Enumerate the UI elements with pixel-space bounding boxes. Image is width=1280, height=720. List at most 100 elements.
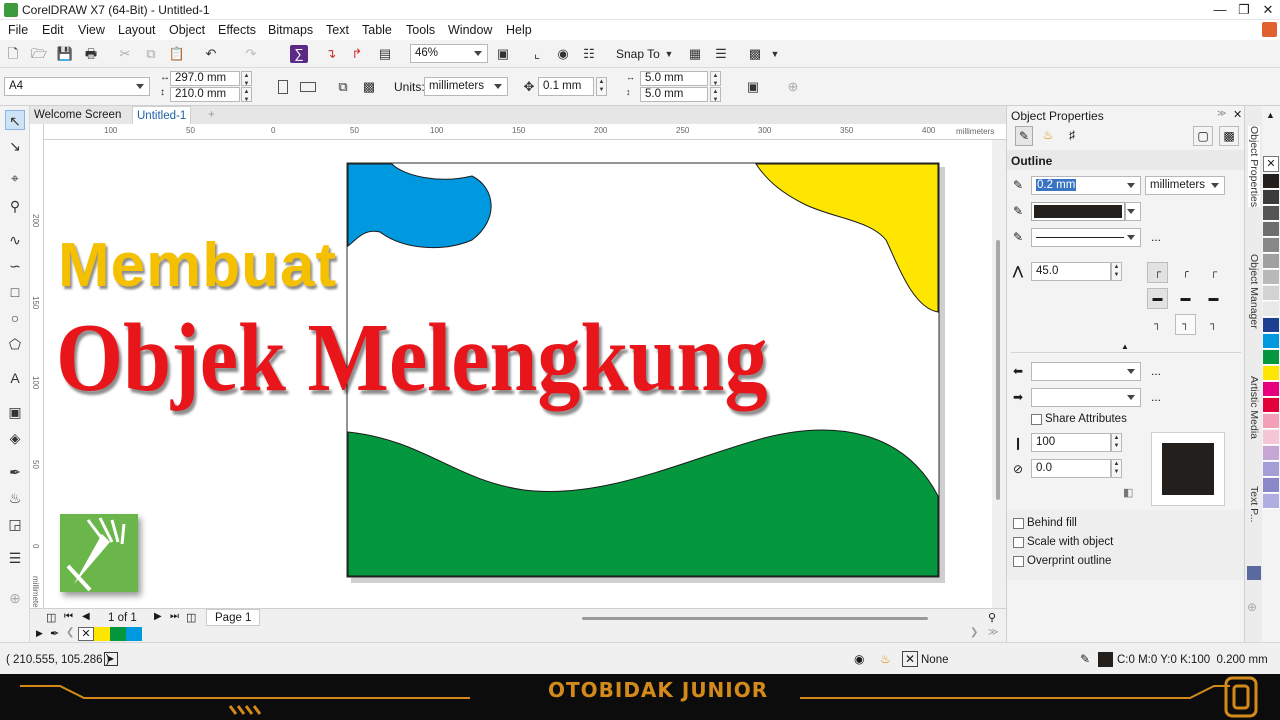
smart-fill-tool-icon[interactable]: ◲ — [5, 514, 25, 534]
transparency-glass-icon[interactable]: ♯ — [1063, 126, 1081, 146]
docker-expand-icon[interactable]: ≫ — [1217, 108, 1226, 119]
horizontal-scrollbar[interactable] — [582, 617, 928, 620]
add-page-icon[interactable]: ◫ — [46, 611, 56, 624]
launcher-dropdown-icon[interactable]: ▼ — [766, 45, 784, 63]
dup-y-spinner[interactable]: ▲ ▼ — [710, 87, 721, 103]
line-style-dropdown[interactable] — [1031, 228, 1141, 247]
text-tool-icon[interactable]: A — [5, 368, 25, 388]
rulers-icon[interactable]: ⌞ — [528, 45, 546, 63]
behind-fill-checkbox[interactable] — [1013, 518, 1024, 529]
outline-width-field[interactable]: 0.2 mm — [1031, 176, 1141, 195]
butt-cap-icon[interactable]: ▬ — [1147, 288, 1168, 309]
portrait-icon[interactable] — [278, 80, 288, 94]
inside-outline-icon[interactable]: ┐ — [1203, 314, 1224, 335]
print-icon[interactable]: 🖶 — [82, 45, 100, 63]
doc-swatch-blue[interactable] — [126, 627, 142, 641]
save-icon[interactable]: 💾 — [56, 45, 74, 63]
zoom-tool-icon[interactable]: ⚲ — [5, 196, 25, 216]
menu-table[interactable]: Table — [362, 23, 392, 37]
add-page-after-icon[interactable]: ◫ — [186, 611, 196, 624]
cut-icon[interactable]: ✂ — [116, 45, 134, 63]
fill-bucket-icon[interactable]: ♨ — [1039, 126, 1057, 146]
stretch-field[interactable]: 100 — [1031, 433, 1111, 452]
palette-swatch[interactable] — [1263, 350, 1279, 365]
units-dropdown[interactable]: millimeters — [424, 77, 508, 96]
menu-text[interactable]: Text — [326, 23, 349, 37]
vertical-scroll-thumb[interactable] — [996, 240, 1000, 500]
open-icon[interactable]: 🗁 — [30, 45, 48, 63]
import-icon[interactable]: ↴ — [322, 45, 340, 63]
collapse-arrow-icon[interactable]: ▲ — [1121, 342, 1129, 351]
menu-effects[interactable]: Effects — [218, 23, 256, 37]
tab-welcome-screen[interactable]: Welcome Screen — [30, 106, 125, 124]
artistic-media-tool-icon[interactable]: ∽ — [5, 256, 25, 276]
outline-status-icon[interactable]: ✎ — [1080, 652, 1090, 666]
docker-tab-artistic-media[interactable]: Artistic Media — [1248, 376, 1260, 439]
reset-nib-icon[interactable]: ◧ — [1123, 486, 1133, 499]
crop-tool-icon[interactable]: ⌖ — [5, 168, 25, 188]
dup-x-spinner[interactable]: ▲ ▼ — [710, 71, 721, 87]
snap-dropdown-icon[interactable]: ▼ — [660, 45, 678, 63]
drawing-canvas[interactable]: Membuat Objek Melengkung — [44, 140, 992, 608]
palette-expand-icon[interactable]: ≫ — [988, 627, 998, 638]
horizontal-ruler[interactable]: 100 50 0 50 100 150 200 250 300 350 400 … — [44, 124, 1006, 140]
bevel-corner-icon[interactable]: ┌ — [1203, 262, 1224, 283]
next-page-icon[interactable]: ▶ — [154, 611, 162, 622]
palette-swatch[interactable] — [1263, 366, 1279, 381]
customize-toolbox-icon[interactable]: ⊕ — [5, 588, 25, 608]
round-corner-icon[interactable]: ╭ — [1175, 262, 1196, 283]
shape-tool-icon[interactable]: ↘ — [5, 136, 25, 156]
page-size-dropdown[interactable]: A4 — [4, 77, 150, 96]
docker-close-icon[interactable]: ✕ — [1233, 108, 1242, 121]
palette-swatch[interactable] — [1263, 302, 1279, 317]
align-guides-icon[interactable]: ☰ — [712, 45, 730, 63]
angle-field[interactable]: 0.0 — [1031, 459, 1111, 478]
publish-pdf-icon[interactable]: ▤ — [376, 45, 394, 63]
menu-view[interactable]: View — [78, 23, 105, 37]
palette-swatch[interactable] — [1263, 478, 1279, 493]
duplicate-y-field[interactable]: 5.0 mm — [640, 87, 708, 102]
scale-with-object-checkbox[interactable] — [1013, 537, 1024, 548]
page-width-spinner[interactable]: ▲ ▼ — [241, 71, 252, 87]
palette-swatch[interactable] — [1263, 254, 1279, 269]
vertical-ruler[interactable]: 200 150 100 50 0 millimeters — [30, 124, 44, 614]
undo-icon[interactable]: ↶ — [202, 45, 220, 63]
palette-scroll-right-icon[interactable]: ❯ — [970, 627, 978, 638]
export-icon[interactable]: ↱ — [348, 45, 366, 63]
eyedropper-tool-icon[interactable]: ✒ — [5, 462, 25, 482]
palette-swatch[interactable] — [1263, 318, 1279, 333]
restore-button[interactable]: ❐ — [1232, 0, 1256, 20]
prev-page-icon[interactable]: ◀ — [82, 611, 90, 622]
page-height-field[interactable]: 210.0 mm — [170, 87, 240, 102]
outline-color-picker[interactable] — [1031, 202, 1125, 221]
zoom-full-icon[interactable]: ▣ — [494, 45, 512, 63]
minimize-button[interactable]: — — [1208, 0, 1232, 20]
palette-swatch[interactable] — [1263, 398, 1279, 413]
doc-swatch-yellow[interactable] — [94, 627, 110, 641]
redo-icon[interactable]: ↷ — [242, 45, 260, 63]
add-docker-icon[interactable]: ⊕ — [1247, 600, 1257, 614]
current-page-icon[interactable]: ▩ — [360, 78, 378, 96]
new-tab-icon[interactable]: + — [204, 106, 219, 124]
menu-edit[interactable]: Edit — [42, 23, 64, 37]
pick-tool-icon[interactable]: ↖ — [5, 110, 25, 130]
menu-help[interactable]: Help — [506, 23, 532, 37]
copy-icon[interactable]: ⧉ — [142, 45, 160, 63]
palette-up-icon[interactable]: ▲ — [1266, 110, 1275, 120]
nib-preview[interactable] — [1151, 432, 1225, 506]
palette-swatch[interactable] — [1263, 414, 1279, 429]
overprint-outline-checkbox[interactable] — [1013, 556, 1024, 567]
close-button[interactable]: ✕ — [1256, 0, 1280, 20]
palette-eyedropper-icon[interactable]: ✒ — [50, 627, 59, 640]
application-launcher-icon[interactable]: ▩ — [746, 45, 764, 63]
docker-tab-object-manager[interactable]: Object Manager — [1248, 254, 1260, 329]
miter-corner-icon[interactable]: ┌ — [1147, 262, 1168, 283]
tab-untitled-1[interactable]: Untitled-1 — [132, 106, 192, 124]
no-color-swatch[interactable]: ✕ — [78, 627, 94, 641]
duplicate-x-field[interactable]: 5.0 mm — [640, 71, 708, 86]
centered-outline-icon[interactable]: ┐ — [1175, 314, 1196, 335]
palette-swatch[interactable] — [1263, 462, 1279, 477]
palette-swatch[interactable] — [1263, 222, 1279, 237]
transparency-tool-icon[interactable]: ◈ — [5, 428, 25, 448]
palette-swatch[interactable] — [1263, 334, 1279, 349]
